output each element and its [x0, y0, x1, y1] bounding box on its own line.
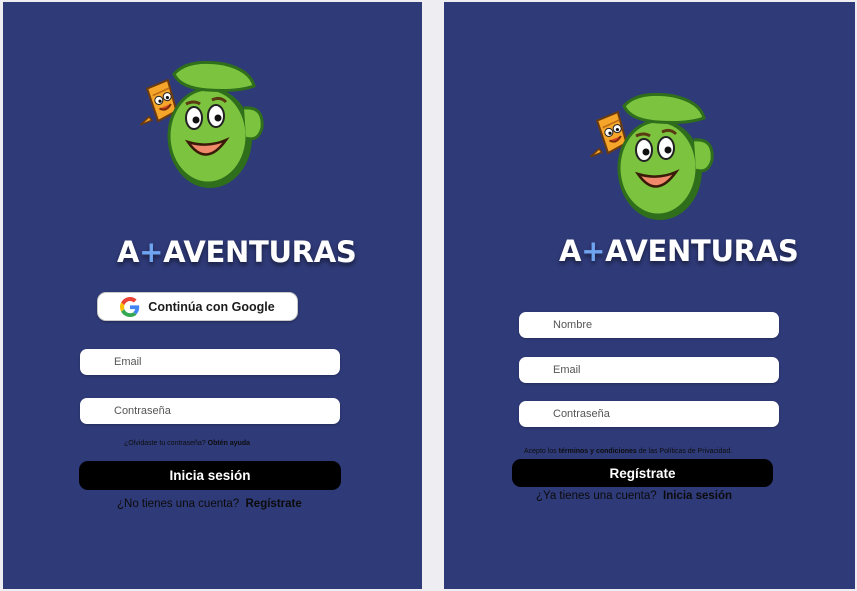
signup-name-field-wrapper — [519, 312, 779, 338]
brand-plus: + — [581, 234, 606, 268]
brand-name: AVENTURAS — [605, 234, 799, 268]
backpack-mascot-icon — [139, 60, 264, 188]
login-password-field-wrapper — [80, 398, 340, 424]
no-account-text: ¿No tienes una cuenta? — [117, 498, 240, 510]
login-password-input[interactable] — [80, 398, 340, 424]
signup-name-input[interactable] — [519, 312, 779, 338]
terms-link[interactable]: términos y condiciones — [559, 448, 637, 455]
terms-line: Acepto los términos y condiciones de las… — [524, 448, 732, 455]
forgot-password-text: ¿Olvidaste tu contraseña? — [124, 440, 206, 447]
brand-prefix: A — [559, 234, 582, 268]
brand-logo-text: A+AVENTURAS — [117, 235, 357, 269]
brand-prefix: A — [117, 235, 140, 269]
brand-logo-text: A+AVENTURAS — [559, 234, 799, 268]
have-account-text: ¿Ya tienes una cuenta? — [536, 490, 657, 502]
signup-email-input[interactable] — [519, 357, 779, 383]
signup-password-input[interactable] — [519, 401, 779, 427]
backpack-mascot-icon — [589, 92, 714, 220]
brand-plus: + — [139, 235, 164, 269]
signup-submit-button[interactable]: Regístrate — [512, 459, 773, 487]
login-link[interactable]: Inicia sesión — [663, 490, 732, 502]
forgot-password-line: ¿Olvidaste tu contraseña? Obtén ayuda — [124, 440, 250, 447]
brand-name: AVENTURAS — [163, 235, 357, 269]
login-email-input[interactable] — [80, 349, 340, 375]
signup-switch-line: ¿Ya tienes una cuenta? Inicia sesión — [536, 490, 732, 502]
terms-suffix: de las Políticas de Privacidad. — [638, 448, 733, 455]
login-email-field-wrapper — [80, 349, 340, 375]
terms-prefix: Acepto los — [524, 448, 557, 455]
google-button-label: Continúa con Google — [148, 299, 275, 314]
login-submit-button[interactable]: Inicia sesión — [79, 461, 341, 490]
signup-password-field-wrapper — [519, 401, 779, 427]
google-signin-button[interactable]: Continúa con Google — [97, 292, 298, 321]
signup-email-field-wrapper — [519, 357, 779, 383]
google-g-icon — [120, 296, 140, 317]
get-help-link[interactable]: Obtén ayuda — [208, 440, 250, 447]
login-switch-line: ¿No tienes una cuenta? Regístrate — [117, 498, 302, 510]
register-link[interactable]: Regístrate — [246, 498, 302, 510]
